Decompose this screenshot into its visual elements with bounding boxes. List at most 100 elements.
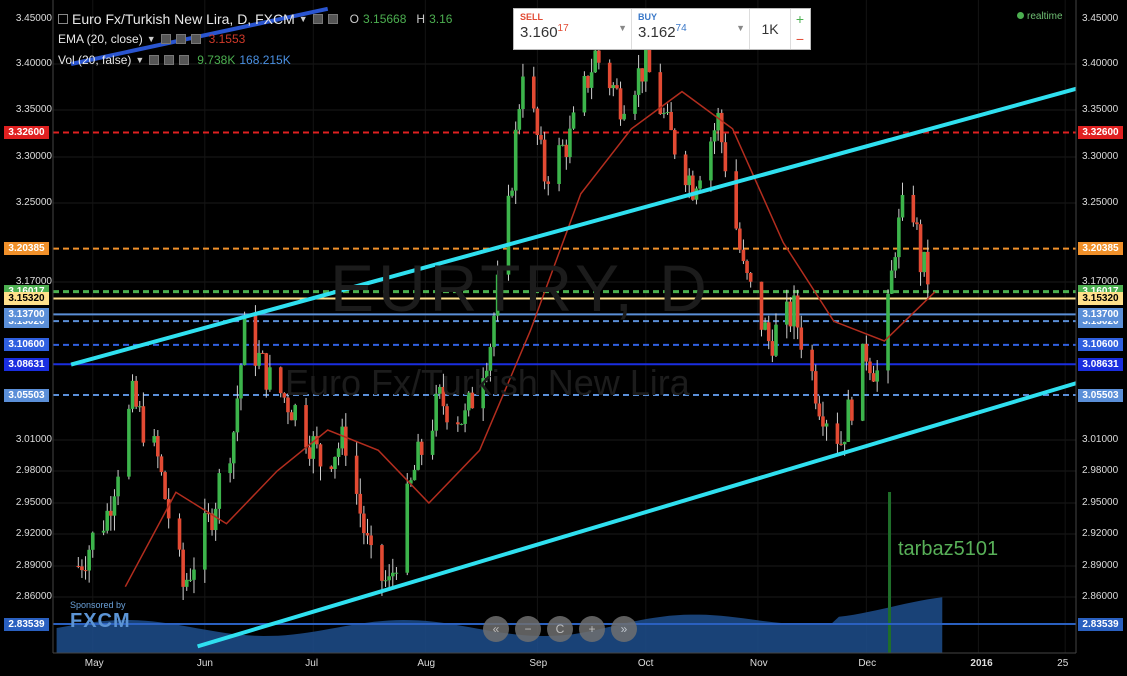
sponsor-badge[interactable]: Sponsored by FXCM	[70, 600, 131, 633]
candle-body	[662, 112, 666, 115]
settings-icon[interactable]	[327, 14, 338, 24]
chevron-down-icon[interactable]: ▼	[618, 23, 627, 33]
candle-body	[582, 75, 587, 113]
candle-body	[152, 436, 157, 443]
price-tick-left: 2.86000	[15, 591, 52, 602]
candle-body	[864, 343, 869, 362]
candle-body	[116, 476, 120, 497]
candle-body	[918, 224, 923, 273]
candle-body	[839, 443, 843, 445]
buy-price: 3.16274	[638, 23, 687, 41]
candle-body	[542, 139, 547, 182]
eye-icon[interactable]	[149, 55, 160, 65]
candle-body	[333, 456, 337, 470]
volume-spike-bar	[888, 492, 892, 653]
candle-body	[860, 343, 865, 421]
candle-body	[792, 295, 796, 327]
price-tick-left: 2.95000	[15, 497, 52, 508]
time-tick: Jul	[305, 658, 319, 669]
candle-body	[112, 496, 117, 516]
candle-body	[390, 572, 395, 577]
chevron-down-icon[interactable]: ▼	[736, 23, 745, 33]
time-tick: Nov	[749, 658, 768, 669]
candle-body	[203, 513, 207, 570]
candle-body	[741, 249, 746, 262]
zoom-in-button[interactable]: +	[579, 616, 605, 642]
chevron-down-icon[interactable]: ▼	[147, 34, 156, 44]
quantity-field[interactable]: 1K	[750, 9, 791, 49]
candle-body	[593, 50, 598, 73]
settings-icon[interactable]	[175, 34, 186, 44]
close-icon[interactable]	[179, 55, 190, 65]
candle-body	[264, 353, 269, 390]
candle-body	[618, 88, 623, 120]
candle-body	[127, 408, 131, 477]
candle-body	[387, 576, 391, 581]
candle-body	[109, 510, 113, 516]
settings-icon[interactable]	[164, 55, 175, 65]
candle-body	[239, 365, 243, 399]
candle-body	[192, 569, 196, 580]
collapse-icon[interactable]	[58, 14, 68, 24]
candle-body	[318, 444, 323, 467]
close-icon[interactable]	[190, 34, 201, 44]
symbol-title[interactable]: Euro Fx/Turkish New Lira, D, FXCM	[72, 11, 295, 27]
chevron-down-icon[interactable]: ▼	[135, 55, 144, 65]
candle-body	[163, 472, 167, 500]
scroll-right-button[interactable]: »	[611, 616, 637, 642]
quantity-plus-button[interactable]: +	[791, 9, 809, 29]
level-tag-left: 3.08631	[4, 357, 49, 371]
quantity-minus-button[interactable]: −	[791, 29, 809, 49]
candle-body	[897, 217, 901, 258]
time-tick: Aug	[417, 658, 436, 669]
time-tick: Dec	[858, 658, 877, 669]
candle-body	[723, 142, 728, 172]
candle-body	[597, 50, 601, 63]
candle-body	[636, 68, 641, 95]
candle-body	[289, 412, 294, 421]
price-tick-right: 2.95000	[1082, 497, 1119, 508]
candle-body	[824, 423, 829, 427]
zoom-out-button[interactable]: −	[515, 616, 541, 642]
candle-body	[340, 426, 344, 449]
candle-body	[738, 228, 742, 250]
candle-body	[589, 72, 594, 88]
eye-icon[interactable]	[312, 14, 323, 24]
candle-body	[365, 533, 370, 536]
chevron-down-icon[interactable]: ▼	[299, 14, 308, 24]
price-tick-right: 2.98000	[1082, 465, 1119, 476]
sell-button[interactable]: SELL 3.16017 ▼	[514, 9, 632, 49]
volume-label[interactable]: Vol (20, false)	[58, 53, 131, 67]
realtime-status: realtime	[1017, 11, 1063, 22]
right-top-tick: 3.45000	[1082, 13, 1119, 24]
time-tick: Jun	[196, 658, 213, 669]
candle-body	[83, 570, 88, 572]
candle-body	[156, 436, 160, 457]
eye-icon[interactable]	[160, 34, 171, 44]
chart-navigation: « − C + »	[483, 616, 637, 642]
candle-body	[459, 423, 464, 425]
price-tick-right: 2.92000	[1082, 528, 1119, 539]
price-chart[interactable]	[0, 0, 1127, 676]
price-tick-left: 2.92000	[15, 528, 52, 539]
candle-body	[683, 154, 688, 186]
candle-body	[430, 430, 435, 455]
price-tick-left: 3.01000	[15, 434, 52, 445]
candle-body	[875, 370, 879, 382]
candle-body	[842, 441, 847, 445]
scroll-left-button[interactable]: «	[483, 616, 509, 642]
buy-button[interactable]: BUY 3.16274 ▼	[632, 9, 750, 49]
candle-body	[383, 580, 388, 582]
candle-body	[141, 406, 146, 443]
volume-value: 9.738K	[197, 53, 236, 67]
price-tick-right: 3.30000	[1082, 151, 1119, 162]
candle-body	[900, 194, 905, 218]
open-label: O	[349, 12, 360, 26]
ema-label[interactable]: EMA (20, close)	[58, 32, 143, 46]
candle-body	[871, 373, 876, 382]
time-tick: Oct	[637, 658, 654, 669]
channel-lower-line[interactable]	[197, 381, 1077, 649]
candle-body	[311, 436, 316, 459]
price-tick-right: 2.89000	[1082, 560, 1119, 571]
reset-chart-button[interactable]: C	[547, 616, 573, 642]
